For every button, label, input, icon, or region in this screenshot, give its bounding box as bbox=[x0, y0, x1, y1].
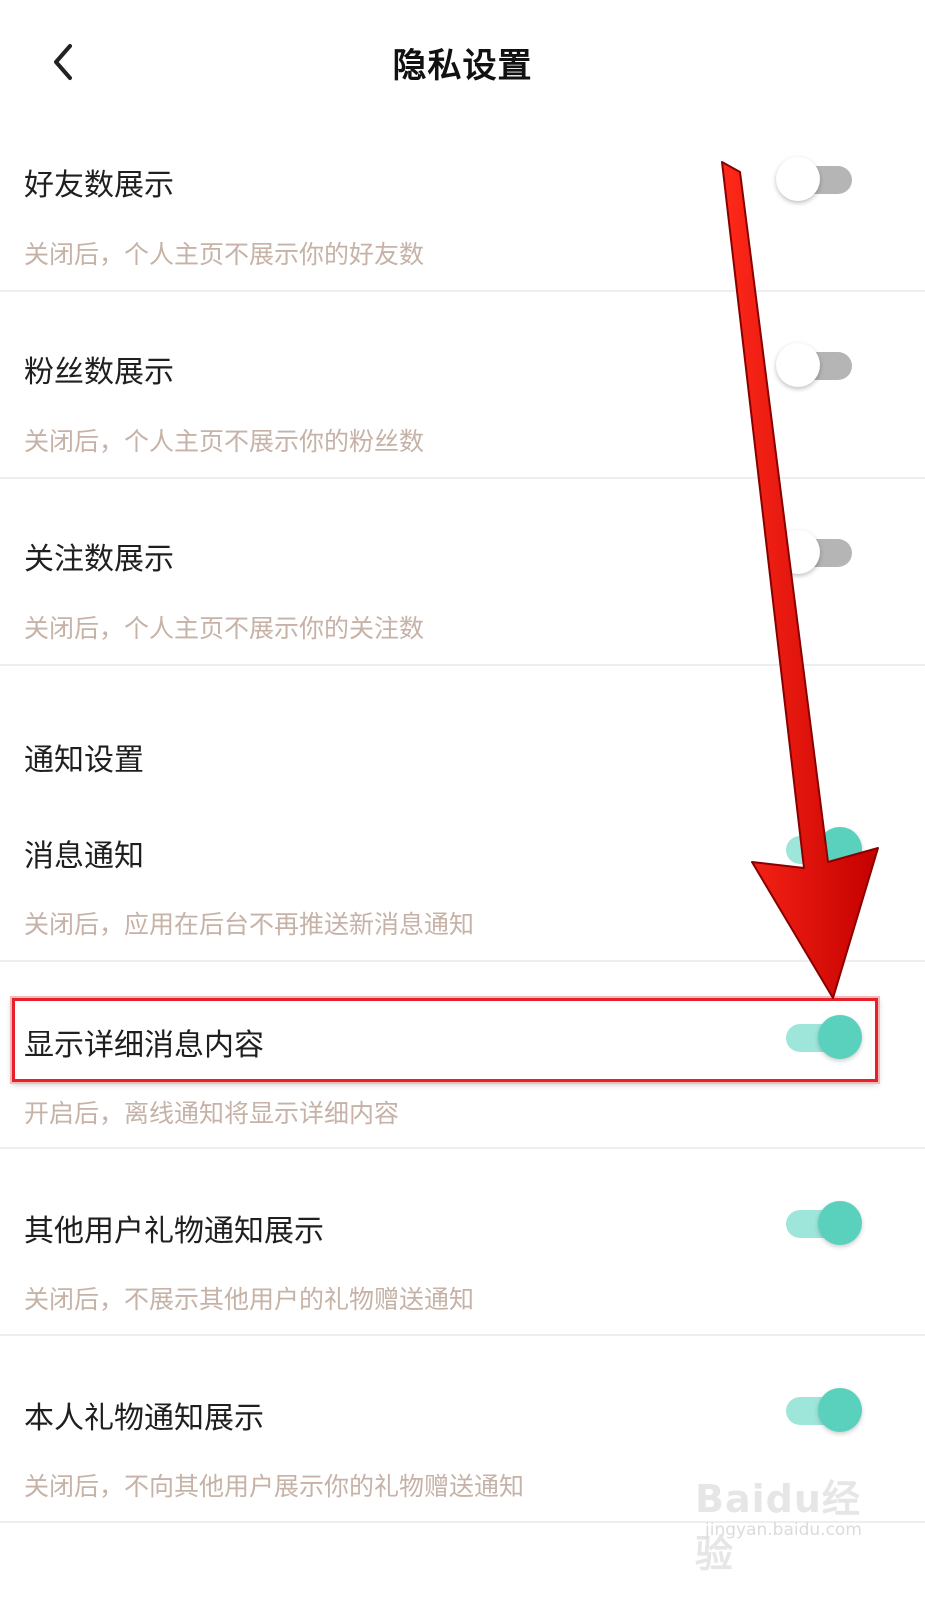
setting-label: 消息通知 bbox=[24, 839, 144, 874]
watermark-url: jingyan.baidu.com bbox=[705, 1520, 862, 1540]
setting-label: 粉丝数展示 bbox=[24, 355, 174, 390]
own-gift-notification-toggle[interactable] bbox=[782, 1388, 862, 1434]
setting-row-detailed-content: 显示详细消息内容 开启后，离线通知将显示详细内容 bbox=[0, 962, 925, 1148]
page-title: 隐私设置 bbox=[392, 46, 533, 86]
setting-row-message-notification: 消息通知 关闭后，应用在后台不再推送新消息通知 bbox=[0, 795, 925, 961]
divider bbox=[0, 664, 925, 666]
message-notification-toggle[interactable] bbox=[782, 827, 862, 873]
fans-count-toggle[interactable] bbox=[776, 343, 856, 389]
setting-label: 显示详细消息内容 bbox=[24, 1028, 264, 1063]
toggle-knob bbox=[776, 157, 820, 201]
setting-description: 关闭后，不展示其他用户的礼物赠送通知 bbox=[24, 1285, 475, 1314]
friends-count-toggle[interactable] bbox=[776, 157, 856, 203]
setting-row-friends-count: 好友数展示 关闭后，个人主页不展示你的好友数 bbox=[0, 125, 925, 291]
toggle-knob bbox=[776, 530, 820, 574]
toggle-knob bbox=[818, 1015, 862, 1059]
setting-label: 好友数展示 bbox=[24, 168, 174, 203]
header: 隐私设置 bbox=[0, 0, 925, 125]
setting-row-others-gift-notification: 其他用户礼物通知展示 关闭后，不展示其他用户的礼物赠送通知 bbox=[0, 1149, 925, 1335]
setting-row-following-count: 关注数展示 关闭后，个人主页不展示你的关注数 bbox=[0, 479, 925, 665]
setting-description: 关闭后，个人主页不展示你的粉丝数 bbox=[24, 427, 425, 456]
setting-label: 其他用户礼物通知展示 bbox=[24, 1214, 324, 1249]
setting-description: 关闭后，个人主页不展示你的好友数 bbox=[24, 240, 425, 269]
setting-description: 关闭后，个人主页不展示你的关注数 bbox=[24, 614, 425, 643]
following-count-toggle[interactable] bbox=[776, 530, 856, 576]
setting-row-fans-count: 粉丝数展示 关闭后，个人主页不展示你的粉丝数 bbox=[0, 292, 925, 478]
others-gift-notification-toggle[interactable] bbox=[782, 1201, 862, 1247]
detailed-content-toggle[interactable] bbox=[782, 1015, 862, 1061]
setting-description: 关闭后，不向其他用户展示你的礼物赠送通知 bbox=[24, 1472, 525, 1501]
toggle-knob bbox=[818, 1388, 862, 1432]
toggle-knob bbox=[818, 827, 862, 871]
toggle-knob bbox=[818, 1201, 862, 1245]
baidu-watermark: Baidu经验 jingyan.baidu.com bbox=[695, 1468, 865, 1576]
setting-label: 关注数展示 bbox=[24, 542, 174, 577]
setting-description: 关闭后，应用在后台不再推送新消息通知 bbox=[24, 910, 475, 939]
section-title-notifications: 通知设置 bbox=[24, 743, 144, 778]
toggle-knob bbox=[776, 343, 820, 387]
setting-description: 开启后，离线通知将显示详细内容 bbox=[24, 1099, 400, 1128]
setting-label: 本人礼物通知展示 bbox=[24, 1401, 264, 1436]
